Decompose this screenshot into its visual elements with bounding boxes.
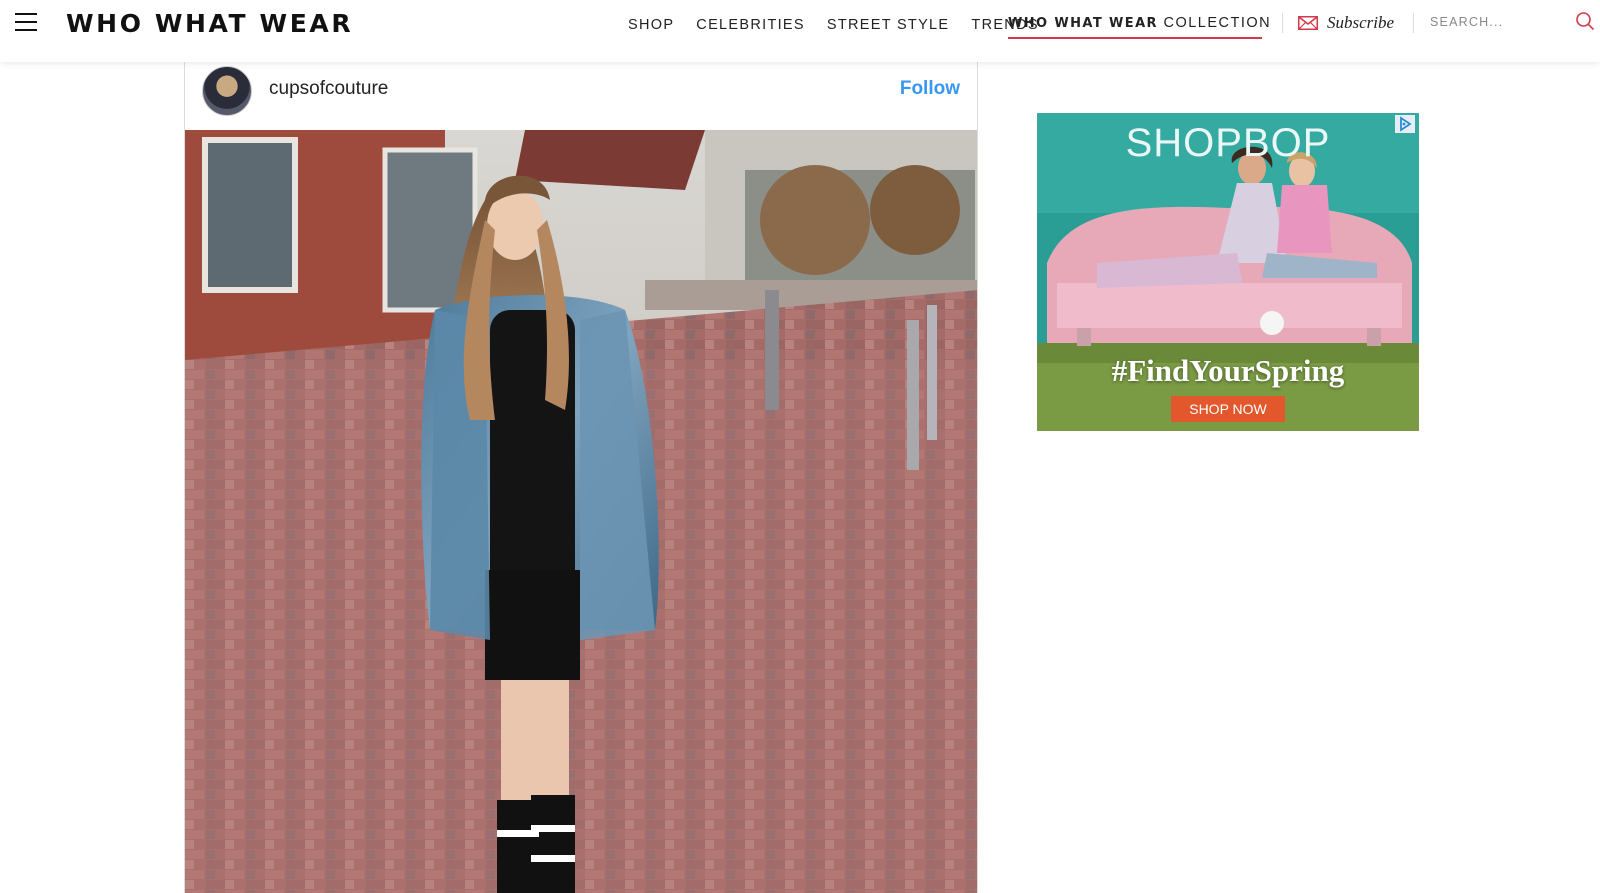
- main-nav: SHOP CELEBRITIES STREET STYLE TRENDS: [628, 17, 1061, 33]
- mail-icon: [1298, 16, 1318, 30]
- search-icon[interactable]: [1575, 11, 1595, 31]
- ad-brand: SHOPBOP: [1125, 121, 1331, 165]
- collection-brand: WHO WHAT WEAR: [1008, 16, 1158, 31]
- avatar[interactable]: [202, 66, 252, 116]
- nav-item-celebrities[interactable]: CELEBRITIES: [696, 17, 805, 33]
- nav-item-collection[interactable]: WHO WHAT WEAR COLLECTION: [1008, 15, 1271, 31]
- shop-now-button[interactable]: SHOP NOW: [1171, 396, 1285, 422]
- collection-suffix: COLLECTION: [1163, 15, 1272, 31]
- collection-underline: [1008, 37, 1262, 39]
- nav-item-street-style[interactable]: STREET STYLE: [827, 17, 950, 33]
- nav-item-shop[interactable]: SHOP: [628, 17, 674, 33]
- follow-button[interactable]: Follow: [900, 78, 960, 100]
- subscribe-button[interactable]: Subscribe: [1298, 13, 1394, 33]
- ad-tagline: #FindYourSpring: [1111, 353, 1345, 388]
- instagram-username[interactable]: cupsofcouture: [269, 78, 388, 100]
- header-divider: [1413, 13, 1414, 33]
- site-logo[interactable]: WHO WHAT WEAR: [66, 9, 353, 38]
- shopbop-ad[interactable]: SHOPBOP #FindYourSpring SHOP NOW: [1037, 113, 1419, 431]
- site-header: WHO WHAT WEAR SHOP CELEBRITIES STREET ST…: [0, 0, 1600, 62]
- search-input[interactable]: [1430, 12, 1570, 32]
- menu-icon[interactable]: [15, 13, 37, 31]
- subscribe-label: Subscribe: [1327, 13, 1395, 32]
- header-divider: [1282, 13, 1283, 33]
- adchoices-icon[interactable]: [1395, 115, 1415, 133]
- instagram-header: cupsofcouture Follow: [185, 62, 977, 130]
- instagram-photo[interactable]: [185, 130, 977, 893]
- instagram-embed: cupsofcouture Follow: [184, 62, 978, 893]
